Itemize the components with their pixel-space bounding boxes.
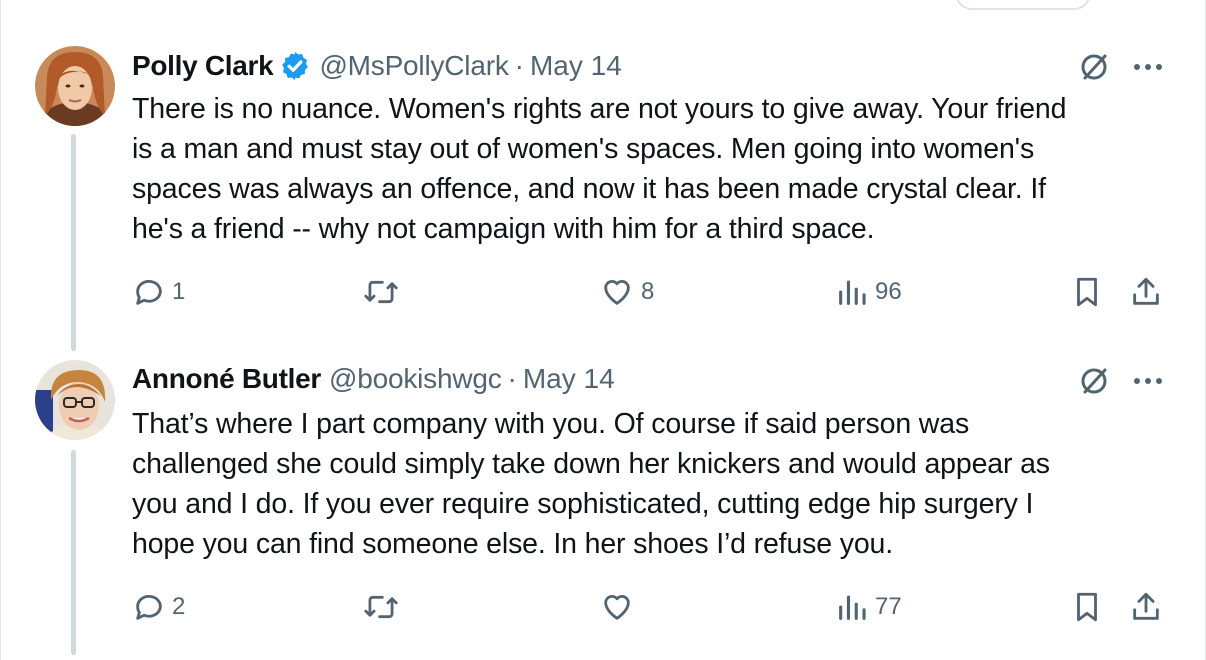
bookmark-button[interactable]	[1070, 275, 1104, 309]
like-button[interactable]: 8	[599, 275, 654, 309]
bookmark-icon	[1077, 277, 1097, 307]
avatar[interactable]	[35, 46, 115, 126]
views-icon	[839, 595, 866, 620]
like-icon	[604, 280, 630, 305]
separator-dot: ·	[507, 363, 517, 394]
tweet-header: Polly Clark @MsPollyClark · May 14	[132, 48, 622, 84]
reply-icon	[136, 595, 162, 620]
share-button[interactable]	[1129, 590, 1163, 624]
tweet-text-line: hope you can find someone else. In her s…	[132, 528, 893, 560]
repost-icon	[364, 595, 398, 619]
tweet-text-line: challenged she could simply take down he…	[132, 448, 1050, 480]
tweet-text-line: That’s where I part company with you. Of…	[132, 408, 970, 440]
reply-icon	[136, 280, 162, 305]
views-button[interactable]: 77	[835, 590, 902, 624]
display-name[interactable]: Polly Clark	[132, 48, 274, 84]
like-count: 8	[641, 278, 655, 305]
grok-icon[interactable]	[1077, 50, 1111, 89]
separator-dot: ·	[514, 50, 524, 81]
handle[interactable]: @bookishwgc	[329, 361, 502, 397]
avatar[interactable]	[35, 360, 115, 440]
tweet-text: There is no nuance. Women's rights are n…	[132, 89, 1152, 249]
avatar-image-polly-clark	[35, 46, 115, 126]
repost-icon	[364, 280, 398, 304]
grok-icon[interactable]	[1077, 364, 1111, 403]
display-name[interactable]: Annoné Butler	[132, 361, 321, 397]
tweet-text-line: There is no nuance. Women's rights are n…	[132, 93, 1067, 125]
repost-button[interactable]	[363, 275, 405, 309]
view-count: 96	[875, 278, 902, 305]
verified-badge-icon[interactable]	[279, 50, 311, 82]
tweet-text-line: spaces was always an offence, and now it…	[132, 173, 1046, 205]
views-button[interactable]: 96	[835, 275, 902, 309]
tweet-text-line: you and I do. If you ever require sophis…	[132, 488, 1034, 520]
share-icon	[1133, 277, 1159, 305]
tweet-header: Annoné Butler @bookishwgc · May 14	[132, 361, 615, 397]
repost-button[interactable]	[363, 590, 405, 624]
timestamp[interactable]: May 14	[530, 48, 622, 84]
reply-count: 2	[172, 593, 186, 620]
bookmark-button[interactable]	[1070, 590, 1104, 624]
share-icon	[1133, 592, 1159, 620]
timestamp[interactable]: May 14	[523, 361, 615, 397]
reply-count: 1	[172, 278, 186, 305]
more-icon[interactable]	[1131, 374, 1165, 393]
reply-button[interactable]: 2	[132, 590, 185, 624]
share-button[interactable]	[1129, 275, 1163, 309]
tweet-text-line: is a man and must stay out of women's sp…	[132, 133, 1035, 165]
views-icon	[839, 280, 866, 305]
tweet-text: That’s where I part company with you. Of…	[132, 404, 1152, 564]
reply-button[interactable]: 1	[132, 275, 185, 309]
bookmark-icon	[1077, 592, 1097, 622]
like-button[interactable]	[599, 590, 641, 624]
tweet-text-line: he's a friend -- why not campaign with h…	[132, 213, 875, 245]
tweet-actions: 1 8 96	[1, 275, 1206, 315]
like-icon	[604, 595, 630, 620]
tweet-2[interactable]: Annoné Butler @bookishwgc · May 14 That’…	[1, 340, 1206, 660]
reply-thread: Polly Clark @MsPollyClark · May 14 There…	[0, 0, 1206, 660]
more-icon[interactable]	[1131, 60, 1165, 79]
tweet-1[interactable]: Polly Clark @MsPollyClark · May 14 There…	[1, 0, 1206, 340]
view-count: 77	[875, 593, 902, 620]
tweet-actions: 2 77	[1, 590, 1206, 630]
avatar-image-annone-butler	[35, 360, 115, 440]
handle[interactable]: @MsPollyClark	[319, 48, 508, 84]
